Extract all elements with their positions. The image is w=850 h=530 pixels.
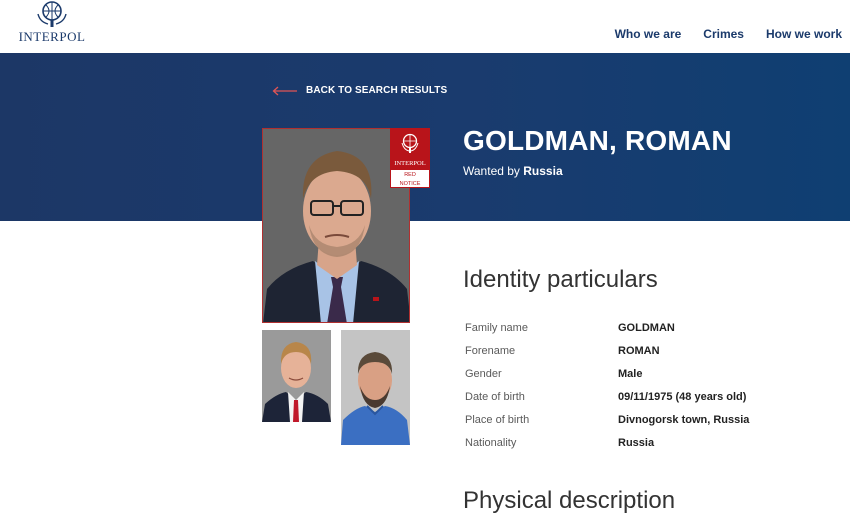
nav-crimes[interactable]: Crimes (703, 27, 744, 41)
thumbnail-image-2 (341, 330, 410, 445)
identity-particulars-title: Identity particulars (463, 266, 658, 293)
particular-row: Date of birth 09/11/1975 (48 years old) (465, 391, 749, 414)
particular-value: Russia (618, 437, 655, 449)
particular-row: Gender Male (465, 368, 749, 391)
main-photo[interactable] (262, 128, 410, 323)
photo-thumbnail-2[interactable] (341, 330, 410, 445)
arrow-left-icon (272, 86, 297, 95)
back-link-label: BACK TO SEARCH RESULTS (306, 85, 448, 96)
red-notice-badge: INTERPOL RED NOTICE (390, 128, 430, 188)
main-nav: Who we are Crimes How we work (615, 27, 842, 41)
wanted-by-country: Russia (523, 164, 563, 178)
logo-text: INTERPOL (18, 29, 86, 44)
photo-thumbnail-1[interactable] (262, 330, 331, 422)
particular-value: GOLDMAN (618, 322, 675, 334)
particular-value: Divnogorsk town, Russia (618, 414, 750, 426)
badge-red-notice-label: RED NOTICE (390, 169, 430, 188)
particular-label: Gender (465, 368, 502, 380)
nav-who-we-are[interactable]: Who we are (615, 27, 682, 41)
interpol-emblem-icon (401, 133, 419, 153)
particular-value: 09/11/1975 (48 years old) (618, 391, 747, 403)
wanted-by-line: Wanted by Russia (463, 164, 563, 178)
badge-line-2: NOTICE (399, 181, 421, 187)
particular-label: Family name (465, 322, 528, 334)
identity-particulars-table: Family name GOLDMAN Forename ROMAN Gende… (465, 322, 749, 460)
wanted-by-prefix: Wanted by (463, 164, 520, 178)
particular-label: Nationality (465, 437, 517, 449)
particular-value: Male (618, 368, 643, 380)
back-to-search-link[interactable]: BACK TO SEARCH RESULTS (272, 85, 447, 96)
top-navigation-bar: INTERPOL Who we are Crimes How we work (0, 0, 850, 53)
particular-row: Place of birth Divnogorsk town, Russia (465, 414, 749, 437)
person-name: GOLDMAN, ROMAN (463, 125, 732, 156)
physical-description-title: Physical description (463, 487, 676, 514)
nav-how-we-work[interactable]: How we work (766, 27, 842, 41)
particular-row: Family name GOLDMAN (465, 322, 749, 345)
interpol-logo[interactable]: INTERPOL (18, 0, 86, 50)
globe-emblem-icon (37, 1, 67, 27)
particular-value: ROMAN (618, 345, 660, 357)
thumbnail-image-1 (262, 330, 331, 422)
particular-label: Place of birth (465, 414, 530, 426)
portrait-image (263, 129, 409, 322)
badge-org: INTERPOL (394, 160, 426, 167)
particular-row: Nationality Russia (465, 437, 749, 460)
particular-row: Forename ROMAN (465, 345, 749, 368)
badge-line-1: RED (404, 172, 416, 178)
particular-label: Date of birth (465, 391, 525, 403)
particular-label: Forename (465, 345, 516, 357)
